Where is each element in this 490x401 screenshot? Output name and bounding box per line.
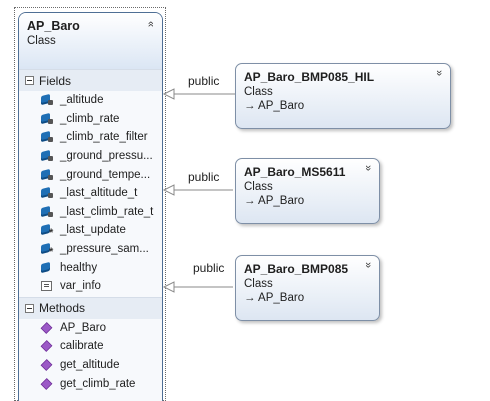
expand-chevron-icon[interactable]: » [362,262,374,268]
relation-label: public [188,74,220,88]
base-class-label: → AP_Baro [244,292,305,304]
base-class-label: → AP_Baro [244,195,305,207]
class-stereotype: Class [244,278,273,290]
inheritance-arrow-icon [162,88,175,100]
inheritance-arrow-icon [162,184,175,196]
inheritance-arrow-icon [162,281,175,293]
base-class-label: → AP_Baro [244,100,305,112]
expand-chevron-icon[interactable]: » [433,70,445,76]
class-name: AP_Baro_BMP085 [244,262,349,276]
relation-label: public [193,261,225,275]
relation-label: public [188,170,220,184]
class-stereotype: Class [244,181,273,193]
class-stereotype: Class [244,86,273,98]
class-shape-ap-baro-bmp085-hil[interactable]: AP_Baro_BMP085_HIL Class → AP_Baro » [235,63,451,129]
expand-chevron-icon[interactable]: » [362,165,374,171]
class-name: AP_Baro_BMP085_HIL [244,70,375,84]
class-shape-ap-baro-ms5611[interactable]: AP_Baro_MS5611 Class → AP_Baro » [235,158,380,224]
class-shape-ap-baro-bmp085[interactable]: AP_Baro_BMP085 Class → AP_Baro » [235,255,380,321]
class-name: AP_Baro_MS5611 [244,165,346,179]
